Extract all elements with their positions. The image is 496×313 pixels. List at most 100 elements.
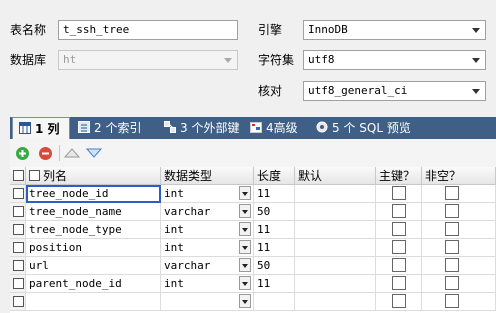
chevron-down-icon[interactable] xyxy=(467,21,485,39)
length-cell[interactable]: 50 xyxy=(254,203,295,221)
not-null-cell[interactable] xyxy=(422,293,496,311)
header-data-type[interactable]: 数据类型 xyxy=(161,167,254,185)
default-cell[interactable] xyxy=(295,257,376,275)
column-name-cell[interactable]: tree_node_type xyxy=(26,221,161,239)
length-cell[interactable]: 11 xyxy=(254,239,295,257)
primary-key-checkbox[interactable] xyxy=(392,258,406,272)
not-null-checkbox[interactable] xyxy=(445,186,459,200)
tab-indexes[interactable]: 2 个索引 xyxy=(72,117,141,139)
primary-key-cell[interactable] xyxy=(376,203,422,221)
tab-foreign-keys[interactable]: 3 个外部键 xyxy=(158,117,239,139)
charset-select[interactable]: utf8 xyxy=(303,50,486,70)
data-type-cell[interactable]: int xyxy=(161,221,254,239)
data-type-cell[interactable]: int xyxy=(161,275,254,293)
default-cell[interactable] xyxy=(295,185,376,203)
not-null-checkbox[interactable] xyxy=(445,276,459,290)
row-select-cell[interactable] xyxy=(10,257,26,275)
header-primary-key[interactable]: 主键？ xyxy=(376,167,422,185)
not-null-cell[interactable] xyxy=(422,239,496,257)
chevron-down-icon[interactable] xyxy=(239,240,251,254)
primary-key-cell[interactable] xyxy=(376,293,422,311)
header-default[interactable]: 默认 xyxy=(295,167,376,185)
default-cell[interactable] xyxy=(295,275,376,293)
not-null-cell[interactable] xyxy=(422,221,496,239)
add-icon[interactable] xyxy=(16,147,29,160)
data-type-cell[interactable]: int xyxy=(161,239,254,257)
not-null-checkbox[interactable] xyxy=(445,294,459,308)
table-name-input[interactable]: t_ssh_tree xyxy=(58,20,238,40)
not-null-checkbox[interactable] xyxy=(445,222,459,236)
move-up-icon[interactable] xyxy=(63,147,81,162)
length-cell[interactable]: 11 xyxy=(254,275,295,293)
not-null-checkbox[interactable] xyxy=(445,204,459,218)
remove-icon[interactable] xyxy=(39,147,52,160)
data-type-cell[interactable]: int xyxy=(161,185,254,203)
primary-key-cell[interactable] xyxy=(376,239,422,257)
primary-key-checkbox[interactable] xyxy=(392,294,406,308)
primary-key-checkbox[interactable] xyxy=(392,186,406,200)
column-name-cell[interactable]: tree_node_id xyxy=(26,185,161,203)
row-checkbox[interactable] xyxy=(13,260,24,271)
chevron-down-icon[interactable] xyxy=(239,258,251,272)
engine-select[interactable]: InnoDB xyxy=(303,20,486,40)
column-name-cell[interactable]: position xyxy=(26,239,161,257)
primary-key-checkbox[interactable] xyxy=(392,240,406,254)
primary-key-checkbox[interactable] xyxy=(392,222,406,236)
primary-key-checkbox[interactable] xyxy=(392,204,406,218)
data-type-cell[interactable] xyxy=(161,293,254,311)
primary-key-cell[interactable] xyxy=(376,275,422,293)
not-null-cell[interactable] xyxy=(422,275,496,293)
header-not-null[interactable]: 非空？ xyxy=(422,167,496,185)
chevron-down-icon[interactable] xyxy=(239,222,251,236)
row-checkbox[interactable] xyxy=(13,206,24,217)
chevron-down-icon[interactable] xyxy=(239,276,251,290)
header-select[interactable] xyxy=(10,167,26,185)
length-cell[interactable]: 11 xyxy=(254,221,295,239)
default-cell[interactable] xyxy=(295,293,376,311)
header-column-name[interactable]: 列名 xyxy=(26,167,161,185)
row-checkbox[interactable] xyxy=(13,188,24,199)
length-cell[interactable] xyxy=(254,293,295,311)
default-cell[interactable] xyxy=(295,203,376,221)
not-null-checkbox[interactable] xyxy=(445,258,459,272)
data-type-cell[interactable]: varchar xyxy=(161,257,254,275)
primary-key-checkbox[interactable] xyxy=(392,276,406,290)
tab-columns[interactable]: 1 列 xyxy=(12,117,70,139)
chevron-down-icon[interactable] xyxy=(239,204,251,218)
default-cell[interactable] xyxy=(295,221,376,239)
row-select-cell[interactable] xyxy=(10,185,26,203)
row-select-cell[interactable] xyxy=(10,293,26,311)
primary-key-cell[interactable] xyxy=(376,221,422,239)
row-checkbox[interactable] xyxy=(13,296,24,307)
header-checkbox[interactable] xyxy=(13,170,24,181)
column-name-cell[interactable] xyxy=(26,293,161,311)
column-name-cell[interactable]: parent_node_id xyxy=(26,275,161,293)
row-checkbox[interactable] xyxy=(13,224,24,235)
chevron-down-icon[interactable] xyxy=(239,186,251,200)
not-null-cell[interactable] xyxy=(422,185,496,203)
collation-select[interactable]: utf8_general_ci xyxy=(303,81,486,101)
column-name-checkbox[interactable] xyxy=(29,170,40,181)
row-select-cell[interactable] xyxy=(10,275,26,293)
chevron-down-icon[interactable] xyxy=(467,82,485,100)
header-length[interactable]: 长度 xyxy=(254,167,295,185)
chevron-down-icon[interactable] xyxy=(467,51,485,69)
move-down-icon[interactable] xyxy=(85,147,103,162)
column-name-cell[interactable]: url xyxy=(26,257,161,275)
default-cell[interactable] xyxy=(295,239,376,257)
not-null-cell[interactable] xyxy=(422,203,496,221)
data-type-cell[interactable]: varchar xyxy=(161,203,254,221)
not-null-cell[interactable] xyxy=(422,257,496,275)
column-name-cell[interactable]: tree_node_name xyxy=(26,203,161,221)
length-cell[interactable]: 11 xyxy=(254,185,295,203)
row-checkbox[interactable] xyxy=(13,242,24,253)
tab-advanced[interactable]: 4高级 xyxy=(244,117,298,139)
row-checkbox[interactable] xyxy=(13,278,24,289)
row-select-cell[interactable] xyxy=(10,203,26,221)
primary-key-cell[interactable] xyxy=(376,257,422,275)
chevron-down-icon[interactable] xyxy=(239,294,251,308)
primary-key-cell[interactable] xyxy=(376,185,422,203)
length-cell[interactable]: 50 xyxy=(254,257,295,275)
tab-sql-preview[interactable]: 5 个 SQL 预览 xyxy=(310,117,411,139)
not-null-checkbox[interactable] xyxy=(445,240,459,254)
